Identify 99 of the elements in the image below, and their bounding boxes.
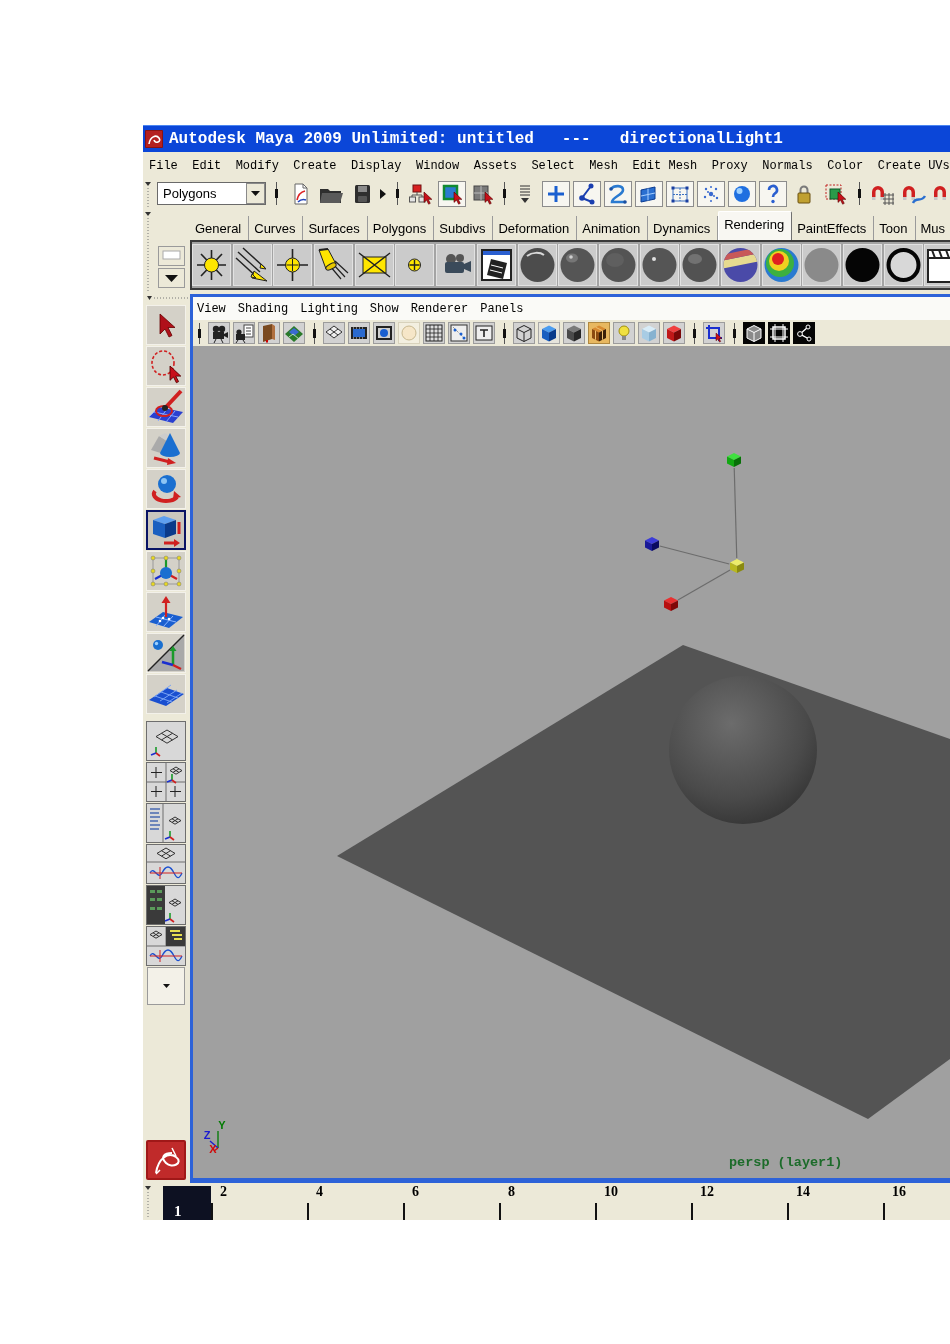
wireframe-cube-icon[interactable] [743, 322, 765, 344]
axis-label: Z [203, 1129, 211, 1141]
shelf-tab[interactable]: Rendering [718, 211, 793, 240]
menu-item[interactable]: Shading [237, 302, 289, 315]
camera-label: persp (layer1) [729, 1155, 843, 1169]
arrows-icon[interactable] [232, 244, 272, 286]
curve-icon[interactable] [604, 180, 632, 207]
frame-label: 8 [507, 1183, 516, 1199]
frame-icon[interactable] [768, 322, 790, 344]
current-frame-marker[interactable]: 1 [163, 1186, 211, 1220]
grip-icon[interactable] [145, 1184, 151, 1218]
menu-item[interactable]: Proxy [711, 159, 748, 172]
menu-item[interactable]: Create UVs [877, 159, 950, 172]
camera-sheet-icon[interactable] [233, 322, 255, 344]
crossed-rectangle-icon[interactable] [354, 244, 394, 286]
frame-label: 16 [891, 1183, 907, 1199]
frame-label: 14 [795, 1183, 811, 1199]
menu-item[interactable]: Edit Mesh [632, 159, 698, 172]
frame-label: 2 [219, 1183, 228, 1199]
frame-label: 4 [315, 1183, 324, 1199]
menu-item[interactable]: Modify [235, 159, 279, 172]
lattice-icon[interactable] [666, 180, 694, 207]
viewport[interactable]: Z Y X persp (layer1) [193, 346, 950, 1178]
picture-icon[interactable] [283, 322, 305, 344]
shelf-tab[interactable]: Mus [915, 216, 946, 240]
logo-icon[interactable] [146, 1140, 186, 1180]
mode-dropdown[interactable]: Polygons [157, 182, 266, 205]
checker-cube-icon[interactable] [588, 322, 610, 344]
title-separator: --- [561, 131, 591, 147]
brush-icon[interactable] [146, 387, 186, 427]
manipulator-line [677, 569, 731, 601]
manipulator-icon[interactable] [146, 551, 186, 591]
joint-chain-icon[interactable] [573, 180, 601, 207]
axis-label: X [209, 1143, 217, 1155]
grip-icon[interactable] [145, 295, 189, 302]
text-frame-icon[interactable] [473, 322, 495, 344]
axes-icon[interactable] [146, 633, 186, 673]
joint-chain-icon[interactable] [793, 322, 815, 344]
menu-item[interactable]: Create [293, 159, 337, 172]
square-cursor-icon[interactable] [438, 180, 466, 207]
menu-item[interactable]: Renderer [410, 302, 469, 315]
manipulator-line [659, 545, 730, 565]
menu-item[interactable]: Show [369, 302, 399, 315]
render-window-icon[interactable] [476, 244, 516, 286]
cube-icon[interactable] [563, 322, 585, 344]
menu-item[interactable]: Lighting [300, 302, 358, 315]
cube-icon[interactable] [663, 322, 685, 344]
menu-item[interactable]: Display [351, 159, 402, 172]
caret-icon[interactable] [158, 268, 185, 288]
crosshair-icon[interactable] [273, 244, 313, 286]
menu-item[interactable]: Assets [473, 159, 517, 172]
menu-item[interactable]: Panels [480, 302, 524, 315]
lasso-icon[interactable] [146, 346, 186, 386]
spotlight-icon[interactable] [314, 244, 354, 286]
circle-frame-icon[interactable] [373, 322, 395, 344]
ring-icon[interactable] [883, 244, 923, 286]
three-view-icon[interactable] [146, 926, 186, 966]
frame-label: 12 [699, 1183, 715, 1199]
grid-icon[interactable] [323, 322, 345, 344]
menu-item[interactable]: Select [531, 159, 575, 172]
dots-chart-icon[interactable] [448, 322, 470, 344]
grid-square-icon[interactable] [423, 322, 445, 344]
handle-cube[interactable] [730, 559, 744, 573]
menu-item[interactable]: Window [416, 159, 460, 172]
handle-cube[interactable] [645, 537, 659, 551]
handle-cube[interactable] [727, 453, 741, 467]
particles-icon[interactable] [697, 180, 725, 207]
frame-label: 6 [411, 1183, 420, 1199]
crop-icon[interactable] [703, 322, 725, 344]
selected-object-name: directionalLight1 [619, 131, 783, 147]
cube-arrows-icon[interactable] [146, 510, 186, 550]
single-view-icon[interactable] [146, 721, 186, 761]
frame-label: 10 [603, 1183, 619, 1199]
menu-item[interactable]: Normals [762, 159, 813, 172]
axis-icon [209, 1130, 219, 1152]
sun-icon[interactable] [192, 244, 231, 286]
caret-icon [246, 183, 265, 204]
plus-icon[interactable] [542, 180, 570, 207]
target-icon[interactable] [395, 244, 435, 286]
menu-item[interactable]: Color [827, 159, 864, 172]
question-mark-icon[interactable] [759, 180, 787, 207]
menu-item[interactable]: Edit [192, 159, 222, 172]
book-icon[interactable] [258, 322, 280, 344]
editor-view-icon[interactable] [146, 885, 186, 925]
handle-cube[interactable] [664, 597, 678, 611]
cube-icon[interactable] [538, 322, 560, 344]
camera-icon[interactable] [208, 322, 230, 344]
axis-label: Y [218, 1119, 226, 1131]
grip-icon[interactable] [145, 180, 151, 207]
menu-item[interactable]: View [197, 302, 226, 315]
surface-icon[interactable] [635, 180, 663, 207]
menu-item[interactable]: Mesh [589, 159, 618, 172]
window-title: Autodesk Maya 2009 Unlimited: untitled [169, 131, 534, 147]
four-view-icon[interactable] [146, 762, 186, 802]
graph-view-icon[interactable] [146, 844, 186, 884]
app-icon[interactable] [145, 130, 163, 148]
outliner-view-icon[interactable] [146, 803, 186, 843]
film-icon[interactable] [348, 322, 370, 344]
menu-item[interactable]: File [149, 159, 178, 172]
